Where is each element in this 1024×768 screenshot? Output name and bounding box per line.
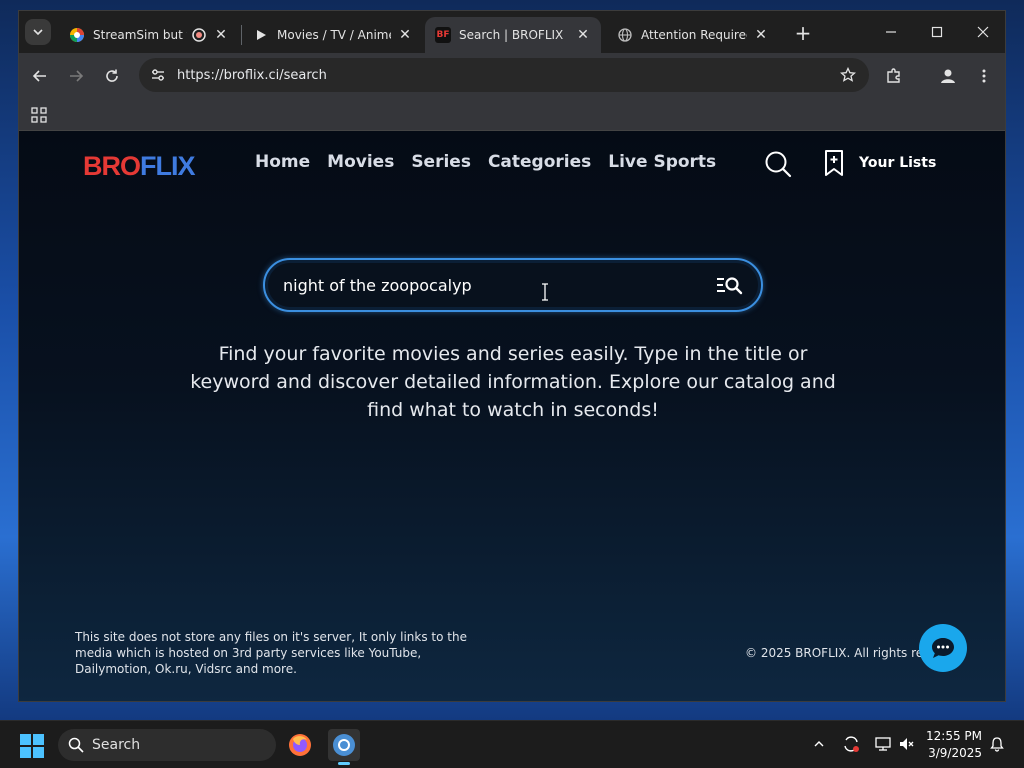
- tab-title: Movies / TV / Anime: [277, 28, 391, 42]
- close-window-button[interactable]: [961, 17, 1005, 47]
- network-icon: [875, 737, 891, 751]
- bell-icon: [990, 737, 1004, 752]
- arrow-left-icon: [32, 70, 46, 82]
- bookmark-star-icon[interactable]: [837, 64, 859, 86]
- tab-search-button[interactable]: [25, 19, 51, 45]
- taskbar-clock[interactable]: 12:55 PM 3/9/2025: [920, 728, 982, 762]
- tab-close-button[interactable]: ✕: [575, 27, 591, 43]
- clock-time: 12:55 PM: [926, 729, 982, 743]
- notifications-button[interactable]: [986, 733, 1008, 755]
- tab-streamsim[interactable]: StreamSim but th ✕: [59, 17, 239, 53]
- chevron-up-icon: [814, 741, 824, 747]
- url-text[interactable]: https://broflix.ci/search: [177, 68, 837, 83]
- nav-movies[interactable]: Movies: [327, 152, 394, 172]
- globe-icon: [617, 27, 633, 43]
- chat-button[interactable]: [919, 624, 967, 672]
- tab-broflix-search[interactable]: BF Search | BROFLIX ✕: [425, 17, 601, 53]
- browser-toolbar: https://broflix.ci/search: [19, 53, 1005, 99]
- search-icon: [68, 737, 84, 753]
- search-list-icon[interactable]: [715, 274, 743, 296]
- forward-button[interactable]: [61, 61, 91, 91]
- back-button[interactable]: [25, 61, 55, 91]
- disclaimer-text: This site does not store any files on it…: [75, 630, 467, 676]
- tab-strip: StreamSim but th ✕ Movies / TV / Anime ✕…: [19, 11, 1005, 53]
- recording-icon: [191, 27, 207, 43]
- copyright-text: © 2025 BROFLIX. All rights rese: [745, 646, 937, 660]
- minimize-icon: [886, 31, 896, 33]
- maximize-icon: [931, 26, 943, 38]
- tab-title: Attention Required!: [641, 28, 747, 42]
- tab-movies[interactable]: Movies / TV / Anime ✕: [243, 17, 423, 53]
- streamsim-icon: [69, 27, 85, 43]
- tab-attention[interactable]: Attention Required! ✕: [607, 17, 779, 53]
- profile-button[interactable]: [933, 61, 963, 91]
- chrome-icon: [333, 734, 355, 756]
- taskbar-search-label: Search: [92, 737, 141, 753]
- taskbar-search[interactable]: Search: [58, 729, 276, 761]
- logo-part-flix: FLIX: [140, 151, 195, 181]
- broflix-favicon: BF: [435, 27, 451, 43]
- tab-title: StreamSim but th: [93, 28, 187, 42]
- tray-overflow-button[interactable]: [808, 733, 830, 755]
- clock-date: 3/9/2025: [928, 746, 982, 760]
- windows-start-icon[interactable]: [20, 734, 44, 758]
- search-form: [263, 258, 763, 312]
- profile-icon: [941, 69, 955, 83]
- chat-bubble-icon: [932, 638, 954, 658]
- search-tagline: Find your favorite movies and series eas…: [190, 343, 836, 421]
- network-status[interactable]: [872, 733, 894, 755]
- more-vertical-icon: [982, 69, 986, 83]
- search-icon[interactable]: [763, 149, 793, 179]
- logo-part-bro: BRO: [83, 151, 141, 181]
- your-lists-label: Your Lists: [859, 155, 937, 171]
- text-cursor-icon: [542, 283, 548, 301]
- site-info-icon[interactable]: [147, 64, 169, 86]
- site-logo[interactable]: BROFLIX: [83, 151, 195, 182]
- tab-separator: [241, 25, 242, 45]
- sync-status[interactable]: [840, 733, 862, 755]
- speaker-muted-icon: [900, 738, 914, 750]
- your-lists-link[interactable]: Your Lists: [823, 149, 936, 177]
- chevron-down-icon: [33, 29, 43, 36]
- close-icon: [977, 26, 989, 38]
- reload-button[interactable]: [97, 61, 127, 91]
- chrome-app[interactable]: [328, 729, 360, 765]
- tab-close-button[interactable]: ✕: [397, 27, 413, 43]
- windows-taskbar: Search 12:55 PM 3/9/2025: [0, 720, 1024, 768]
- bookmarks-bar: [19, 99, 1005, 131]
- firefox-app[interactable]: [284, 729, 316, 761]
- browser-menu-button[interactable]: [969, 61, 999, 91]
- search-input[interactable]: [283, 275, 715, 295]
- main-nav: Home Movies Series Categories Live Sport…: [255, 152, 716, 172]
- minimize-button[interactable]: [869, 17, 913, 47]
- extensions-button[interactable]: [879, 61, 909, 91]
- nav-categories[interactable]: Categories: [488, 152, 591, 172]
- browser-window: StreamSim but th ✕ Movies / TV / Anime ✕…: [18, 10, 1006, 702]
- nav-live-sports[interactable]: Live Sports: [608, 152, 716, 172]
- puzzle-icon: [887, 68, 900, 83]
- play-icon: [253, 27, 269, 43]
- volume-status[interactable]: [896, 733, 918, 755]
- sync-error-icon: [844, 736, 859, 752]
- maximize-button[interactable]: [915, 17, 959, 47]
- nav-home[interactable]: Home: [255, 152, 310, 172]
- new-tab-button[interactable]: +: [791, 21, 815, 45]
- address-bar[interactable]: https://broflix.ci/search: [139, 58, 869, 92]
- bookmark-plus-icon: [825, 150, 843, 176]
- tab-close-button[interactable]: ✕: [213, 27, 229, 43]
- nav-series[interactable]: Series: [411, 152, 471, 172]
- arrow-right-icon: [70, 70, 84, 82]
- firefox-icon: [289, 734, 311, 756]
- reload-icon: [106, 69, 118, 82]
- broflix-page: BROFLIX Home Movies Series Categories Li…: [19, 131, 1005, 701]
- tab-title: Search | BROFLIX: [459, 28, 564, 42]
- tab-close-button[interactable]: ✕: [753, 27, 769, 43]
- apps-grid-icon[interactable]: [31, 107, 47, 123]
